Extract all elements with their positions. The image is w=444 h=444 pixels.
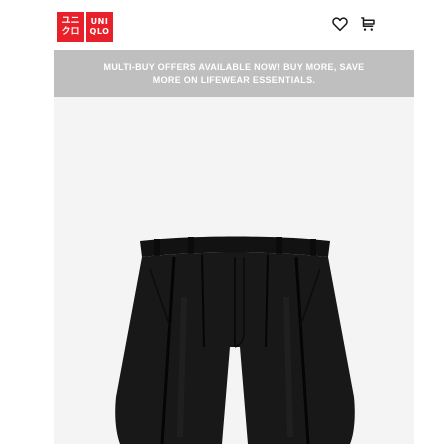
logo-text-katakana-top: ユニ bbox=[61, 16, 80, 26]
logo-text-latin-top: UNI bbox=[90, 17, 109, 26]
promo-line-1: MULTI-BUY OFFERS AVAILABLE NOW! BUY MORE… bbox=[103, 61, 365, 72]
top-header: ユニ クロ UNI QLO bbox=[0, 0, 444, 50]
logo-block-katakana: ユニ クロ bbox=[57, 12, 84, 42]
cart-icon bbox=[361, 17, 375, 31]
promo-banner[interactable]: MULTI-BUY OFFERS AVAILABLE NOW! BUY MORE… bbox=[54, 50, 414, 97]
promo-line-2: MORE ON LIFEWEAR ESSENTIALS. bbox=[152, 74, 316, 85]
wishlist-button[interactable] bbox=[328, 12, 352, 36]
logo-block-latin: UNI QLO bbox=[86, 12, 113, 42]
product-image-container[interactable] bbox=[54, 97, 414, 444]
product-page: ユニ クロ UNI QLO MULTI-BUY OFFERS AVAILABLE… bbox=[0, 0, 444, 444]
heart-icon bbox=[332, 17, 348, 32]
logo-text-latin-bottom: QLO bbox=[89, 27, 110, 36]
shorts-product-image bbox=[115, 236, 355, 444]
cart-button[interactable] bbox=[356, 12, 380, 36]
logo-text-katakana-bottom: クロ bbox=[61, 27, 80, 37]
uniqlo-logo[interactable]: ユニ クロ UNI QLO bbox=[57, 12, 113, 42]
